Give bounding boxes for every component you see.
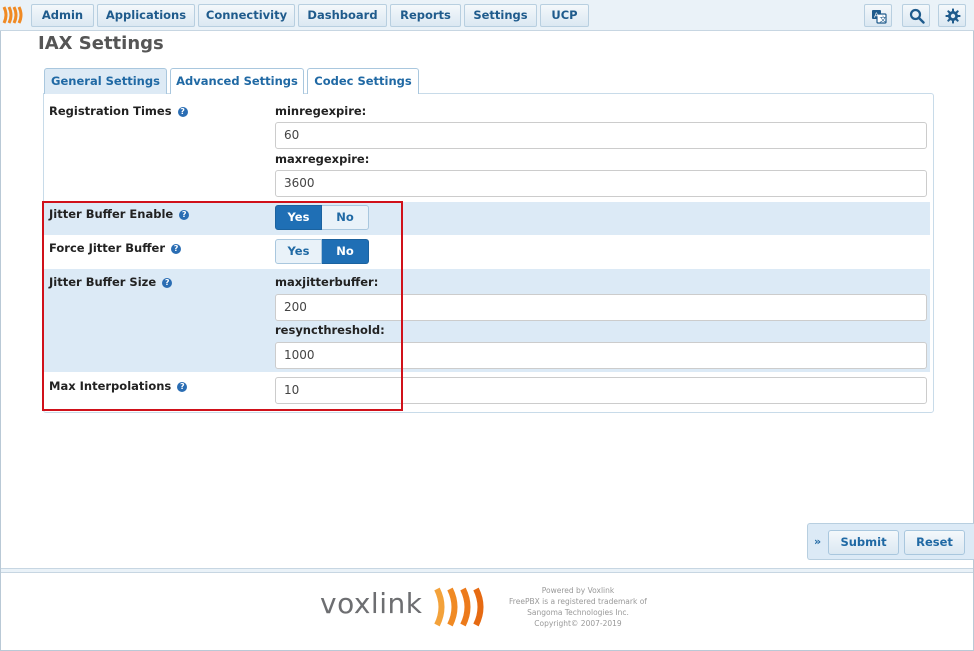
nav-applications[interactable]: Applications	[97, 4, 195, 27]
gear-icon	[945, 8, 961, 24]
nav-dashboard[interactable]: Dashboard	[298, 4, 387, 27]
footer-legal: Powered by Voxlink FreePBX is a register…	[505, 585, 651, 629]
maxregexpire-input[interactable]: 3600	[275, 170, 927, 197]
svg-text:文: 文	[880, 15, 887, 24]
tab-general-settings[interactable]: General Settings	[44, 68, 167, 94]
tab-advanced-settings[interactable]: Advanced Settings	[170, 68, 304, 94]
search-button[interactable]	[902, 4, 930, 27]
action-bar: » Submit Reset	[807, 523, 974, 560]
nav-settings[interactable]: Settings	[464, 4, 537, 27]
reset-button[interactable]: Reset	[904, 530, 965, 555]
voxlink-logo-icon	[434, 587, 484, 627]
freepbx-logo-icon[interactable]	[2, 5, 26, 25]
page-title: IAX Settings	[38, 33, 164, 54]
nav-connectivity[interactable]: Connectivity	[198, 4, 295, 27]
help-icon[interactable]: ?	[177, 107, 188, 117]
top-navbar: Admin Applications Connectivity Dashboar…	[0, 0, 974, 31]
action-bar-toggle-icon[interactable]: »	[814, 535, 821, 548]
submit-button[interactable]: Submit	[828, 530, 899, 555]
svg-text:A: A	[874, 12, 879, 20]
minregexpire-input[interactable]: 60	[275, 122, 927, 149]
highlight-box	[42, 201, 403, 411]
nav-admin[interactable]: Admin	[31, 4, 94, 27]
copyright-text: Copyright© 2007-2019	[534, 619, 622, 628]
search-icon	[909, 8, 925, 24]
footer-separator	[1, 568, 973, 573]
language-icon: A 文	[872, 10, 887, 24]
voxlink-logo-text: voxlink	[320, 587, 423, 620]
maxregexpire-label: maxregexpire:	[275, 152, 370, 166]
language-button[interactable]: A 文	[864, 4, 892, 27]
trademark-owner-text: Sangoma Technologies Inc.	[527, 608, 629, 617]
powered-by-text: Powered by Voxlink	[541, 586, 615, 595]
registration-times-label: Registration Times?	[49, 104, 188, 118]
trademark-text: FreePBX is a registered trademark of	[509, 597, 647, 606]
tab-codec-settings[interactable]: Codec Settings	[307, 68, 419, 94]
minregexpire-label: minregexpire:	[275, 104, 367, 118]
settings-button[interactable]	[938, 4, 966, 27]
nav-ucp[interactable]: UCP	[540, 4, 589, 27]
nav-reports[interactable]: Reports	[390, 4, 461, 27]
